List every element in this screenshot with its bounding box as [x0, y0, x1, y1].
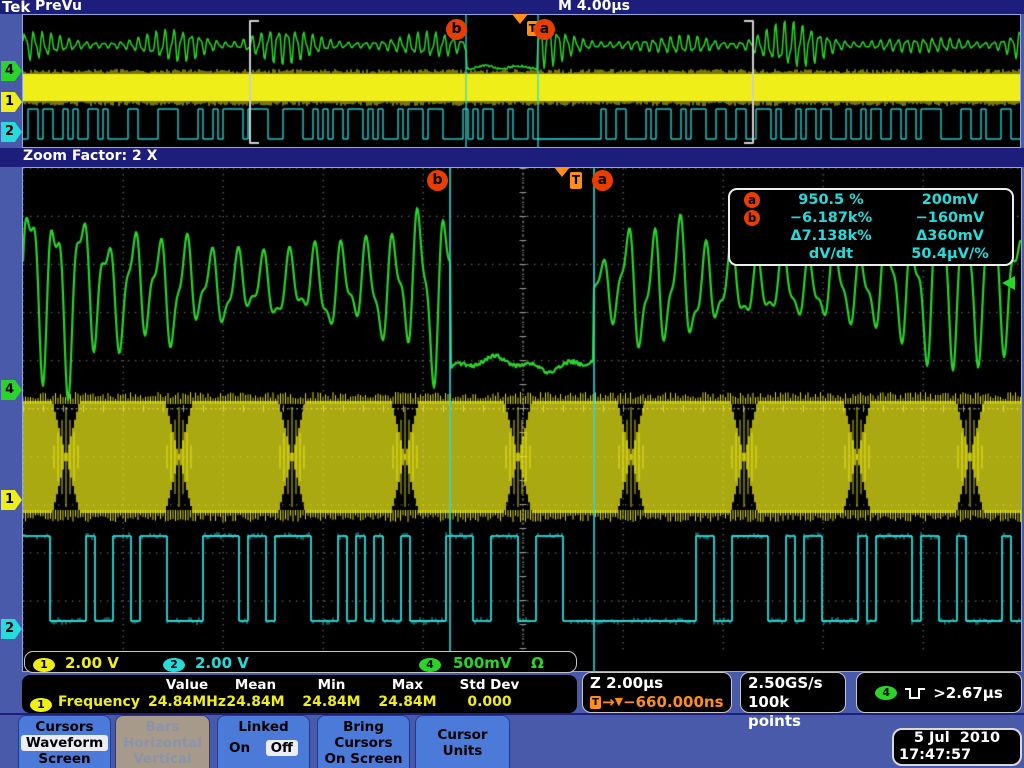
channel-2-tag: 2 [1, 619, 22, 639]
datetime-box: 5 Jul 2010 17:47:57 [892, 728, 1022, 766]
delta-voltage: Δ360mV [888, 228, 1012, 244]
readout-row-b: b −6.187k% −160mV [730, 209, 1012, 227]
trigger-position-marker [554, 167, 570, 177]
delay-triangle-icon: ▼ [615, 693, 623, 711]
meas-header-min: Min [294, 677, 369, 693]
readout-row-a: a 950.5 % 200mV [730, 191, 1012, 209]
menu-button-linked[interactable]: Linked On Off [217, 715, 310, 768]
trigger-position-marker-overview [512, 14, 528, 24]
meas-header-mean: Mean [218, 677, 293, 693]
sample-rate: 2.50GS/s [748, 674, 838, 693]
cursor-b-percent: −6.187k% [774, 210, 888, 226]
channel-1-badge: 1 [33, 658, 55, 672]
meas-header-stddev: Std Dev [447, 677, 532, 693]
bring-line-3: On Screen [318, 751, 409, 767]
bars-title: Bars [116, 719, 209, 735]
cursor-a-voltage: 200mV [888, 192, 1012, 208]
menu-button-bars[interactable]: Bars Horizontal Vertical [115, 715, 210, 768]
channel-4-badge: 4 [419, 658, 441, 672]
trigger-t-icon: T [590, 696, 601, 709]
meas-min: 24.84M [294, 694, 369, 710]
bring-line-2: Cursors [318, 735, 409, 751]
trigger-delay-row: T → ▼ −660.000ns [590, 693, 724, 711]
meas-max: 24.84M [370, 694, 445, 710]
delay-arrow-icon: → [602, 693, 615, 711]
meas-name: Frequency [58, 694, 138, 710]
cursor-b-marker: b [427, 170, 448, 191]
acquisition-status: PreVu [35, 0, 82, 14]
delta-percent: Δ7.138k% [774, 228, 888, 244]
channel-4-tag: 4 [1, 380, 22, 400]
dvdt-value: 50.4µV/% [888, 246, 1012, 262]
pulse-width-trigger-icon [904, 685, 926, 701]
overview-waveform-canvas [23, 15, 1020, 147]
trigger-readout-box: 4 >2.67µs [856, 672, 1022, 713]
trigger-delay-value: −660.000ns [623, 693, 724, 711]
date-label: 5 Jul 2010 [894, 730, 1020, 747]
zoom-factor-label: Zoom Factor: 2 X [23, 148, 157, 164]
channel-1-scale: 2.00 V [65, 654, 119, 672]
channel-4-reference-arrow [1002, 276, 1015, 290]
dvdt-label: dV/dt [774, 246, 888, 262]
menu-button-bring-cursors[interactable]: Bring Cursors On Screen [317, 715, 410, 768]
trigger-channel-badge: 4 [875, 686, 897, 700]
trigger-condition: >2.67µs [933, 684, 1003, 702]
readout-row-dvdt: dV/dt 50.4µV/% [730, 245, 1012, 263]
cursors-option-screen: Screen [19, 751, 110, 767]
channel-1-tag-overview: 1 [1, 92, 22, 112]
menu-button-cursors[interactable]: Cursors Waveform Screen [18, 715, 111, 768]
cursors-title: Cursors [19, 719, 110, 735]
top-status-bar: Tek PreVu M 4.00µs [0, 0, 1024, 14]
cursor-a-marker-overview: a [534, 19, 555, 40]
channel-4-impedance: Ω [531, 654, 544, 672]
linked-option-on: On [229, 740, 250, 756]
units-line-2: Units [416, 743, 509, 759]
bars-option-horizontal: Horizontal [116, 735, 209, 751]
units-line-1: Cursor [416, 727, 509, 743]
cursor-b-badge: b [744, 210, 760, 226]
linked-title: Linked [218, 719, 309, 735]
channel-1-tag: 1 [1, 490, 22, 510]
channel-4-scale: 500mV [453, 654, 512, 672]
channel-2-tag-overview: 2 [1, 122, 22, 142]
zoom-factor-bar: Zoom Factor: 2 X [0, 148, 1024, 167]
channel-4-tag-overview: 4 [1, 61, 22, 81]
overview-window [22, 14, 1021, 148]
meas-header-max: Max [370, 677, 445, 693]
time-label: 17:47:57 [894, 747, 1020, 764]
acquisition-readout-box: 2.50GS/s 100k points [740, 672, 846, 713]
horizontal-readout-box: Z 2.00µs T → ▼ −660.000ns [582, 672, 732, 713]
trigger-t-flag: T [570, 172, 582, 189]
measurement-bar: Value Mean Min Max Std Dev 1 Frequency 2… [22, 675, 577, 713]
record-length: 100k points [748, 693, 838, 731]
meas-mean: 24.84M [218, 694, 293, 710]
readout-row-delta: Δ7.138k% Δ360mV [730, 227, 1012, 245]
timebase-readout: M 4.00µs [558, 0, 630, 14]
cursor-a-badge: a [744, 192, 760, 208]
bring-line-1: Bring [318, 719, 409, 735]
channel-scale-bar: 1 2.00 V 2 2.00 V 4 500mV Ω [24, 651, 577, 673]
oscilloscope-screen: Tek PreVu M 4.00µs b T a 4 1 2 Zoom Fact… [0, 0, 1024, 768]
cursor-a-percent: 950.5 % [774, 192, 888, 208]
bars-option-vertical: Vertical [116, 751, 209, 767]
zoom-timebase: Z 2.00µs [590, 674, 724, 693]
cursors-option-waveform: Waveform [21, 735, 108, 751]
channel-2-badge: 2 [163, 658, 185, 672]
cursor-a-marker: a [592, 170, 613, 191]
cursor-b-marker-overview: b [446, 19, 467, 40]
meas-channel-badge: 1 [30, 698, 52, 712]
menu-button-cursor-units[interactable]: Cursor Units [415, 715, 510, 768]
meas-stddev: 0.000 [447, 694, 532, 710]
cursor-readout-panel: a 950.5 % 200mV b −6.187k% −160mV Δ7.138… [728, 188, 1014, 266]
channel-2-scale: 2.00 V [195, 654, 249, 672]
cursor-b-voltage: −160mV [888, 210, 1012, 226]
linked-option-off: Off [266, 740, 298, 756]
